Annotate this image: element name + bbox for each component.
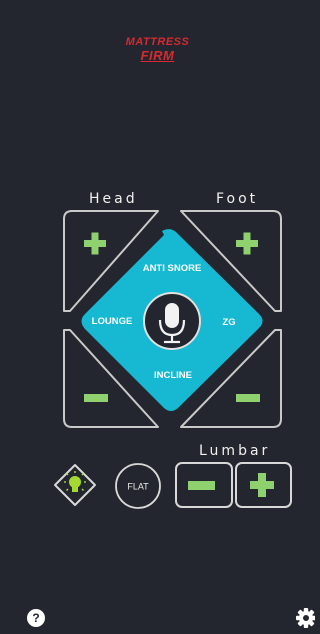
- voice-button[interactable]: [143, 292, 201, 350]
- minus-icon: [236, 394, 260, 402]
- light-bulb-icon: [64, 471, 86, 492]
- plus-icon: [236, 232, 258, 255]
- preset-diamond: ANTI SNORE LOUNGE ZG INCLINE: [81, 229, 263, 411]
- svg-text:ANTI SNORE: ANTI SNORE: [143, 263, 202, 274]
- lumbar-minus-button[interactable]: [175, 462, 233, 508]
- mode-lounge[interactable]: LOUNGE: [92, 316, 133, 327]
- svg-text:INCLINE: INCLINE: [154, 370, 192, 381]
- mode-incline[interactable]: INCLINE: [154, 370, 192, 381]
- settings-button[interactable]: [296, 608, 315, 628]
- gear-icon: [296, 608, 315, 628]
- plus-icon: [250, 473, 274, 497]
- minus-icon: [84, 394, 108, 402]
- plus-icon: [84, 232, 106, 255]
- remote-control-graphics: ANTI SNORE LOUNGE ZG INCLINE FLAT ?: [27, 210, 315, 628]
- light-button[interactable]: [54, 464, 96, 506]
- svg-text:ZG: ZG: [222, 317, 235, 328]
- lumbar-plus-button[interactable]: [235, 462, 292, 508]
- mode-anti-snore[interactable]: ANTI SNORE: [143, 263, 202, 274]
- remote-screen: MATTRESS FIRM Head Foot Lumbar ANTI SNOR…: [0, 0, 315, 634]
- svg-text:LOUNGE: LOUNGE: [92, 316, 133, 327]
- mode-zg[interactable]: ZG: [222, 317, 235, 328]
- help-button[interactable]: ?: [27, 609, 45, 627]
- minus-icon: [188, 481, 215, 490]
- flat-button[interactable]: FLAT: [115, 463, 161, 509]
- flat-button-label: FLAT: [127, 482, 149, 492]
- question-circle-icon: ?: [32, 611, 39, 625]
